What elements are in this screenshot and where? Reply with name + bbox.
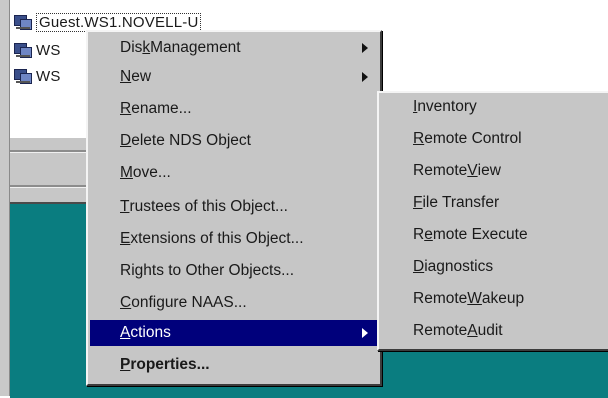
menu-item-label: onfigure NAAS... <box>131 294 247 311</box>
menu-item-mnemonic: W <box>467 290 482 307</box>
menu-item-mnemonic: R <box>413 130 425 147</box>
menu-item-rename[interactable]: Rename... <box>90 96 378 122</box>
tree-item-label: WS <box>36 41 61 59</box>
menu-item-mnemonic: F <box>413 194 423 211</box>
submenu-arrow-icon <box>362 328 368 338</box>
submenu-item-remote-view[interactable]: Remote View <box>381 158 607 184</box>
workstation-icon <box>14 68 32 84</box>
window-frame-left <box>0 0 10 396</box>
menu-item-mnemonic: D <box>120 132 132 149</box>
menu-item-label: hts to Other Objects... <box>143 262 295 279</box>
menu-item-mnemonic: V <box>467 162 478 179</box>
menu-item-mnemonic: C <box>120 294 132 311</box>
menu-item-label: Remote <box>413 162 468 179</box>
menu-item-mnemonic: A <box>120 324 131 341</box>
actions-submenu: Inventory Remote Control Remote View Fil… <box>377 91 608 351</box>
menu-item-label: roperties... <box>130 356 210 373</box>
menu-item-label: mote Execute <box>432 226 528 243</box>
menu-item-properties[interactable]: Properties... <box>90 352 378 378</box>
menu-item-label: elete NDS Object <box>131 132 251 149</box>
menu-item-mnemonic: P <box>120 356 131 373</box>
menu-item-label: Dis <box>120 39 143 56</box>
submenu-item-remote-control[interactable]: Remote Control <box>381 126 607 152</box>
submenu-arrow-icon <box>362 43 368 53</box>
menu-item-label: rustees of this Object... <box>129 198 288 215</box>
menu-item-mnemonic: k <box>142 39 151 56</box>
submenu-item-remote-execute[interactable]: Re mote Execute <box>381 222 607 248</box>
menu-item-label: udit <box>477 322 503 339</box>
menu-item-label: Management <box>150 39 241 56</box>
menu-item-label: ename... <box>131 100 192 117</box>
menu-item-mnemonic: E <box>120 230 131 247</box>
menu-item-mnemonic: A <box>467 322 478 339</box>
menu-item-trustees[interactable]: Trustees of this Object... <box>90 194 378 220</box>
menu-item-label: emote Control <box>424 130 522 147</box>
menu-item-label: iagnostics <box>424 258 494 275</box>
tree-item-guest-ws1[interactable]: Guest.WS1.NOVELL-U <box>14 12 202 32</box>
tree-item-ws[interactable]: WS <box>14 40 61 60</box>
menu-item-label: Remote <box>413 290 468 307</box>
menu-item-mnemonic: R <box>120 100 132 117</box>
menu-item-label: ile Transfer <box>422 194 500 211</box>
menu-item-configure-naas[interactable]: Configure NAAS... <box>90 290 378 316</box>
submenu-item-remote-audit[interactable]: Remote Audit <box>381 318 607 344</box>
menu-item-mnemonic: g <box>134 262 144 279</box>
menu-item-label: ove... <box>132 164 171 181</box>
menu-item-delete-nds-object[interactable]: Delete NDS Object <box>90 128 378 154</box>
submenu-item-remote-wakeup[interactable]: Remote Wakeup <box>381 286 607 312</box>
menu-item-disk-management[interactable]: Dis k Management <box>90 35 378 61</box>
menu-item-label: akeup <box>481 290 525 307</box>
menu-item-extensions[interactable]: Extensions of this Object... <box>90 226 378 252</box>
menu-item-label: ctions <box>130 324 171 341</box>
submenu-arrow-icon <box>362 72 368 82</box>
menu-item-label: ew <box>131 68 152 85</box>
tree-item-label: WS <box>36 67 61 85</box>
menu-item-label: R <box>413 226 425 243</box>
context-menu: Dis k Management New Rename... Delete NDS… <box>86 30 382 386</box>
menu-item-rights-to-other-objects[interactable]: Ri g hts to Other Objects... <box>90 258 378 284</box>
submenu-item-diagnostics[interactable]: Diagnostics <box>381 254 607 280</box>
menu-item-mnemonic: M <box>120 164 133 181</box>
menu-item-label: Remote <box>413 322 468 339</box>
workstation-icon <box>14 42 32 58</box>
menu-item-label: Ri <box>120 262 135 279</box>
menu-item-move[interactable]: Move... <box>90 160 378 186</box>
menu-item-label: xtensions of this Object... <box>130 230 304 247</box>
menu-item-mnemonic: N <box>120 68 132 85</box>
tree-item-ws[interactable]: WS <box>14 66 61 86</box>
menu-item-mnemonic: D <box>413 258 425 275</box>
tree-item-label: Guest.WS1.NOVELL-U <box>36 12 202 32</box>
menu-item-new[interactable]: New <box>90 64 378 90</box>
menu-item-mnemonic: T <box>120 198 130 215</box>
submenu-item-file-transfer[interactable]: File Transfer <box>381 190 607 216</box>
menu-item-label: iew <box>477 162 501 179</box>
menu-item-label: nventory <box>417 98 477 115</box>
menu-item-mnemonic: e <box>424 226 433 243</box>
workstation-icon <box>14 14 32 30</box>
submenu-item-inventory[interactable]: Inventory <box>381 94 607 120</box>
menu-item-actions[interactable]: Actions <box>90 320 378 346</box>
